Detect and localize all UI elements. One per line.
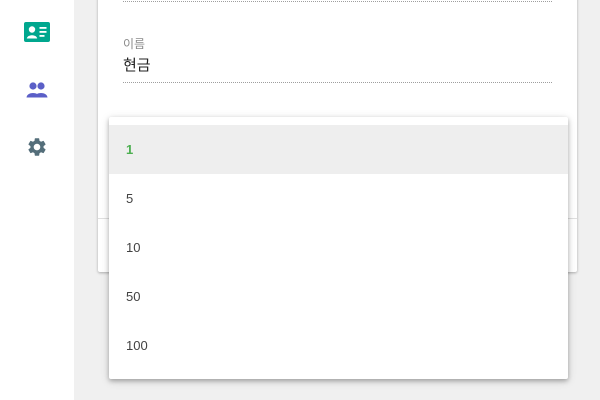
name-field-label: 이름 <box>123 37 146 51</box>
option-label: 5 <box>126 191 134 206</box>
sidebar-item-settings[interactable] <box>0 127 74 167</box>
option-label: 100 <box>126 338 148 353</box>
dropdown-option-10[interactable]: 10 <box>109 223 568 272</box>
name-field[interactable]: 현금 <box>123 54 151 75</box>
option-label: 50 <box>126 289 141 304</box>
dropdown-option-50[interactable]: 50 <box>109 272 568 321</box>
option-label: 10 <box>126 240 141 255</box>
name-field-underline <box>123 82 552 83</box>
option-label: 1 <box>126 142 134 157</box>
previous-field-underline <box>123 1 552 2</box>
sidebar-item-contacts[interactable] <box>0 12 74 52</box>
sidebar-item-people[interactable] <box>0 70 74 110</box>
dropdown-option-100[interactable]: 100 <box>109 321 568 370</box>
dropdown-option-1[interactable]: 1 <box>109 125 568 174</box>
gear-icon <box>28 138 46 156</box>
people-icon <box>26 82 48 98</box>
sidebar <box>0 0 74 400</box>
quantity-dropdown-menu: 1 5 10 50 100 <box>109 117 568 379</box>
dropdown-option-5[interactable]: 5 <box>109 174 568 223</box>
contact-card-icon <box>24 22 50 42</box>
